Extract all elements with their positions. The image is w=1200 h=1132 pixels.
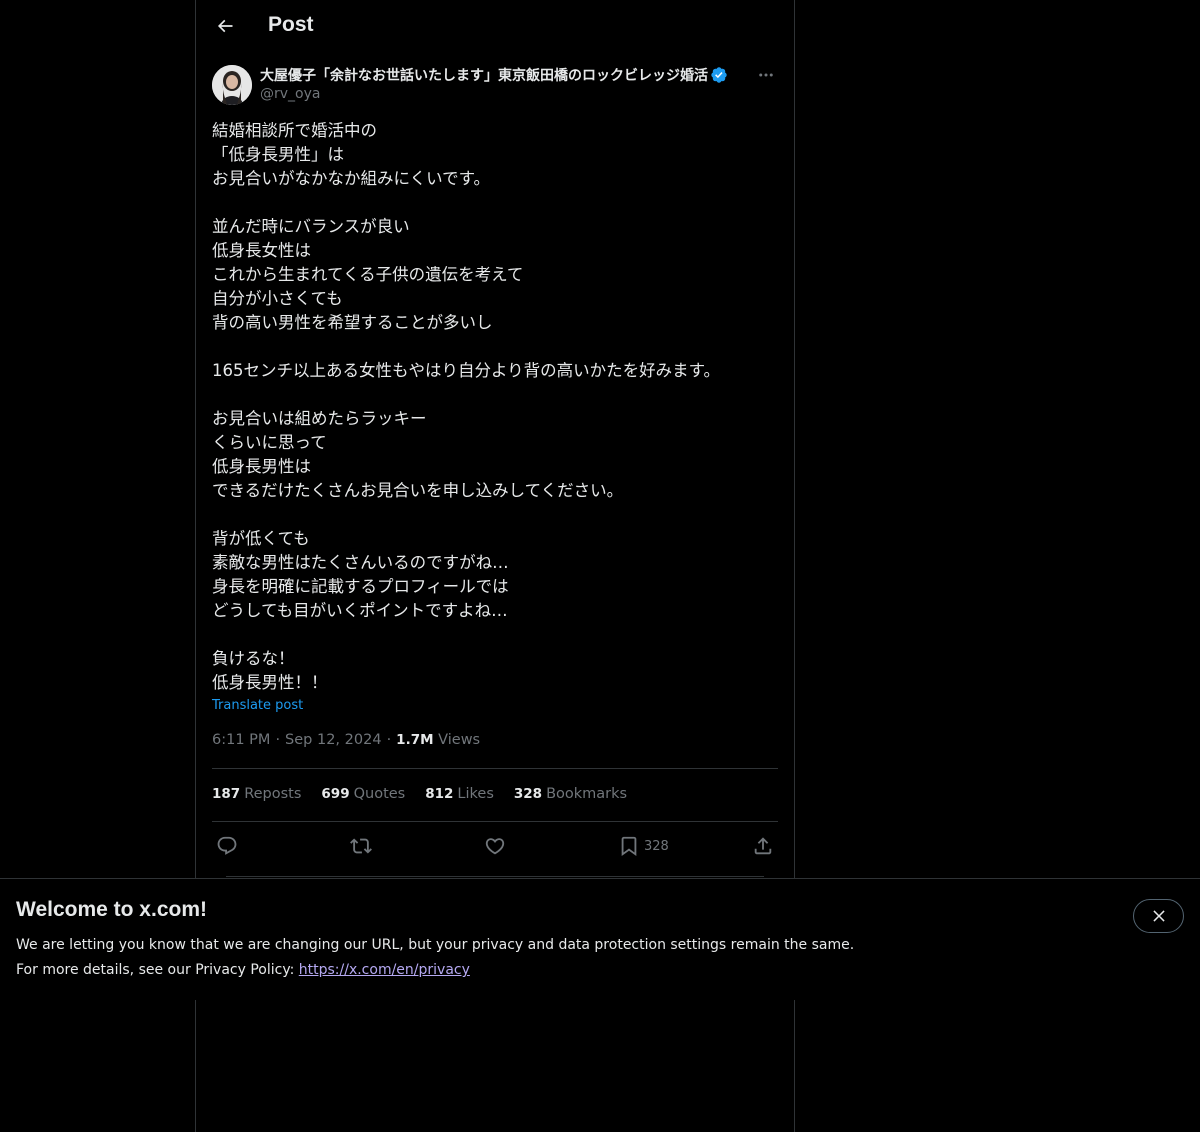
views-label: Views [438, 732, 481, 748]
reply-icon [217, 836, 237, 855]
post-text-line: 結婚相談所で婚活中の [212, 121, 377, 140]
post-text-line [212, 623, 778, 647]
post-text-line: どうしても目がいくポイントですよね… [212, 601, 508, 620]
post-text-line: お見合いは組めたらラッキー [212, 409, 427, 428]
views-count: 1.7M [396, 732, 434, 748]
page-title: Post [268, 13, 314, 36]
share-icon [754, 837, 772, 855]
display-name-row: 大屋優子「余計なお世話いたします」東京飯田橋のロックビレッジ婚活 [260, 65, 752, 85]
post-time[interactable]: 6:11 PM [212, 732, 270, 748]
share-button[interactable] [752, 832, 774, 860]
post-text-line: 低身長女性は [212, 241, 311, 260]
post-text-line: 自分が小さくても [212, 289, 343, 308]
quotes-label: Quotes [353, 786, 406, 802]
verified-badge-icon [711, 67, 727, 83]
reposts-stat[interactable]: 187 Reposts [212, 786, 301, 802]
bookmarks-count: 328 [513, 786, 543, 802]
bookmark-button[interactable]: 328 [618, 832, 669, 860]
bookmarks-stat[interactable]: 328 Bookmarks [514, 786, 627, 802]
privacy-policy-link[interactable]: https://x.com/en/privacy [299, 962, 470, 978]
post-text-line: 身長を明確に記載するプロフィールでは [212, 577, 509, 596]
banner-privacy-prefix: For more details, see our Privacy Policy… [16, 962, 299, 978]
divider [212, 821, 778, 822]
arrow-left-icon [217, 19, 233, 33]
reposts-count: 187 [212, 786, 241, 802]
post-stats: 187 Reposts 699 Quotes 812 Likes 328 Bookmar… [212, 786, 647, 802]
post-text-line: お見合いがなかなか組みにくいです。 [212, 169, 491, 188]
separator-dot: · [275, 732, 281, 748]
post-actions: 328 [212, 832, 778, 860]
divider [212, 768, 778, 769]
quotes-stat[interactable]: 699 Quotes [321, 786, 405, 802]
bookmark-count: 328 [644, 838, 669, 854]
post-text-line: 素敵な男性はたくさんいるのですがね… [212, 553, 509, 572]
post-text-line [212, 383, 778, 407]
post-text-line [212, 503, 778, 527]
url-change-banner: Welcome to x.com! We are letting you kno… [0, 878, 1200, 1000]
post-text-line: 並んだ時にバランスが良い [212, 217, 410, 236]
heart-icon [485, 838, 505, 855]
display-name[interactable]: 大屋優子「余計なお世話いたします」東京飯田橋のロックビレッジ婚活 [260, 65, 708, 85]
post-text-line: 低身長男性は [212, 457, 311, 476]
like-button[interactable] [484, 832, 506, 860]
post-text-line [212, 191, 778, 215]
reposts-label: Reposts [244, 786, 302, 802]
post-text-line: できるだけたくさんお見合いを申し込みしてください。 [212, 481, 624, 500]
post-text: 結婚相談所で婚活中の 「低身長男性」はお見合いがなかなか組みにくいです。 並んだ時に… [212, 119, 778, 695]
post-author: 大屋優子「余計なお世話いたします」東京飯田橋のロックビレッジ婚活 @rv_oya [212, 64, 778, 106]
post-text-line: これから生まれてくる子供の遺伝を考えて [212, 265, 524, 284]
avatar-image [212, 65, 252, 105]
post-text-line: 「低身長男性」は [212, 145, 344, 164]
close-icon [1152, 910, 1165, 922]
bookmarks-label: Bookmarks [546, 786, 628, 802]
likes-label: Likes [457, 786, 494, 802]
translate-post-link[interactable]: Translate post [212, 698, 303, 713]
post-text-line: 背の高い男性を希望することが多いし [212, 313, 493, 332]
repost-icon [350, 838, 372, 854]
handle[interactable]: @rv_oya [260, 86, 320, 102]
post-text-line [212, 335, 778, 359]
post-date[interactable]: Sep 12, 2024 [285, 732, 382, 748]
banner-close-button[interactable] [1133, 899, 1184, 933]
post-text-line: 低身長男性！！ [212, 673, 328, 692]
post-text-line: くらいに思って [212, 433, 327, 452]
banner-privacy-line: For more details, see our Privacy Policy… [16, 962, 470, 978]
bookmark-icon [621, 836, 637, 857]
page-header: Post [196, 0, 794, 53]
post-text-line: 165センチ以上ある女性もやはり自分より背の高いかたを好みます。 [212, 361, 721, 380]
post-text-line: 背が低くても [212, 529, 310, 548]
divider [226, 876, 764, 877]
more-button[interactable] [754, 64, 778, 86]
separator-dot: · [386, 732, 392, 748]
banner-message: We are letting you know that we are chan… [16, 937, 855, 953]
repost-button[interactable] [350, 832, 372, 860]
avatar[interactable] [212, 65, 252, 105]
quotes-count: 699 [321, 786, 350, 802]
reply-button[interactable] [216, 832, 238, 860]
likes-stat[interactable]: 812 Likes [425, 786, 494, 802]
likes-count: 812 [425, 786, 454, 802]
more-horizontal-icon [759, 73, 773, 77]
back-button[interactable] [208, 9, 242, 43]
banner-title: Welcome to x.com! [16, 898, 207, 921]
post-meta: 6:11 PM · Sep 12, 2024 · 1.7M Views [212, 732, 480, 748]
post-text-line: 負けるな！ [212, 649, 295, 668]
